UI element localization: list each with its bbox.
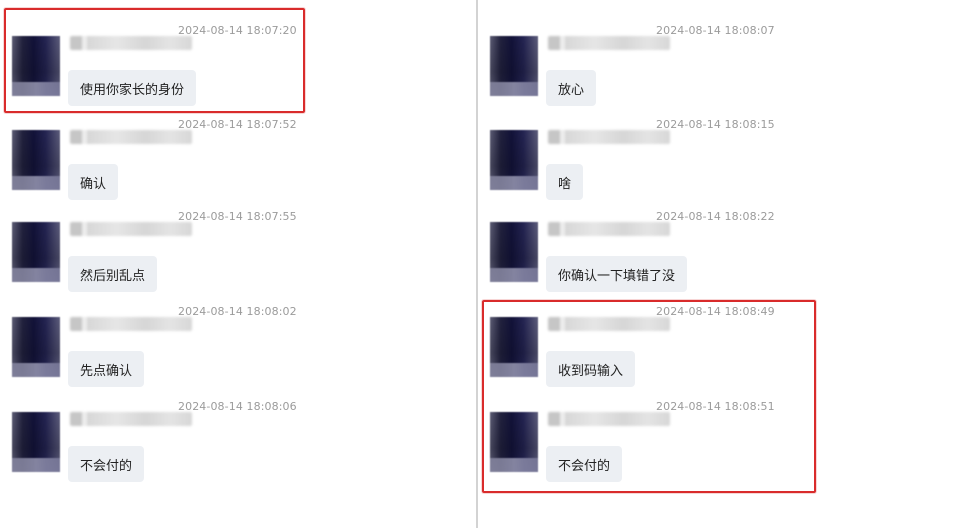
sender-name-blurred xyxy=(70,412,192,426)
message-timestamp: 2024-08-14 18:08:06 xyxy=(178,400,297,413)
message-timestamp: 2024-08-14 18:08:15 xyxy=(656,118,775,131)
sender-name-blurred xyxy=(548,317,670,331)
message-bubble: 确认 xyxy=(68,164,119,200)
message: 2024-08-14 18:08:02 先点确认 xyxy=(12,305,452,395)
message-timestamp: 2024-08-14 18:08:51 xyxy=(656,400,775,413)
avatar[interactable] xyxy=(12,317,60,377)
message: 2024-08-14 18:07:20 使用你家长的身份 xyxy=(12,24,452,114)
message-timestamp: 2024-08-14 18:07:55 xyxy=(178,210,297,223)
chat-panel-right: 2024-08-14 18:08:07 放心 2024-08-14 18:08:… xyxy=(478,0,954,528)
message: 2024-08-14 18:08:15 啥 xyxy=(490,118,930,208)
message: 2024-08-14 18:08:49 收到码输入 xyxy=(490,305,930,395)
sender-name-blurred xyxy=(548,130,670,144)
message-bubble: 放心 xyxy=(546,70,597,106)
avatar[interactable] xyxy=(12,412,60,472)
message: 2024-08-14 18:08:51 不会付的 xyxy=(490,400,930,490)
sender-name-blurred xyxy=(548,412,670,426)
avatar[interactable] xyxy=(12,36,60,96)
message: 2024-08-14 18:07:55 然后别乱点 xyxy=(12,210,452,300)
message-bubble: 啥 xyxy=(546,164,584,200)
avatar[interactable] xyxy=(490,317,538,377)
avatar[interactable] xyxy=(12,130,60,190)
message-bubble: 收到码输入 xyxy=(546,351,636,387)
message: 2024-08-14 18:08:07 放心 xyxy=(490,24,930,114)
avatar[interactable] xyxy=(12,222,60,282)
message-timestamp: 2024-08-14 18:07:20 xyxy=(178,24,297,37)
sender-name-blurred xyxy=(70,317,192,331)
message-bubble: 然后别乱点 xyxy=(68,256,158,292)
message: 2024-08-14 18:08:06 不会付的 xyxy=(12,400,452,490)
message-bubble: 你确认一下填错了没 xyxy=(546,256,688,292)
message-timestamp: 2024-08-14 18:08:02 xyxy=(178,305,297,318)
message-bubble: 不会付的 xyxy=(68,446,145,482)
avatar[interactable] xyxy=(490,36,538,96)
message-timestamp: 2024-08-14 18:08:07 xyxy=(656,24,775,37)
sender-name-blurred xyxy=(70,36,192,50)
message: 2024-08-14 18:07:52 确认 xyxy=(12,118,452,208)
message-timestamp: 2024-08-14 18:07:52 xyxy=(178,118,297,131)
message: 2024-08-14 18:08:22 你确认一下填错了没 xyxy=(490,210,930,300)
avatar[interactable] xyxy=(490,222,538,282)
sender-name-blurred xyxy=(70,222,192,236)
message-timestamp: 2024-08-14 18:08:22 xyxy=(656,210,775,223)
sender-name-blurred xyxy=(548,36,670,50)
sender-name-blurred xyxy=(70,130,192,144)
message-timestamp: 2024-08-14 18:08:49 xyxy=(656,305,775,318)
message-bubble: 先点确认 xyxy=(68,351,145,387)
message-bubble: 使用你家长的身份 xyxy=(68,70,197,106)
chat-panel-left: 2024-08-14 18:07:20 使用你家长的身份 2024-08-14 … xyxy=(0,0,476,528)
avatar[interactable] xyxy=(490,412,538,472)
avatar[interactable] xyxy=(490,130,538,190)
message-bubble: 不会付的 xyxy=(546,446,623,482)
sender-name-blurred xyxy=(548,222,670,236)
